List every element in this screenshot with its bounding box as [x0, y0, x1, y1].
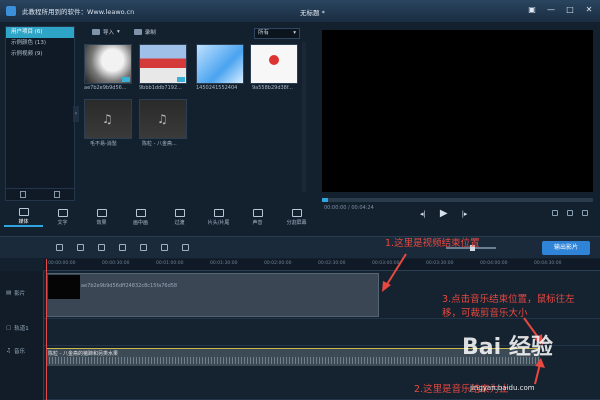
- watermark-logo: Bai 经验: [462, 335, 553, 360]
- app-window: 此教程所用到的软件：Www.leawo.cn 无标题 * ▣ — □ ✕ 用户项…: [0, 0, 600, 400]
- annotation-trim-hint: 3.点击音乐结束位置，鼠标往左移，可裁剪音乐大小: [442, 294, 575, 319]
- annotation-video-end: 1.这里是视频结束位置: [385, 238, 480, 249]
- watermark-url: jingyan.baidu.com: [470, 384, 535, 392]
